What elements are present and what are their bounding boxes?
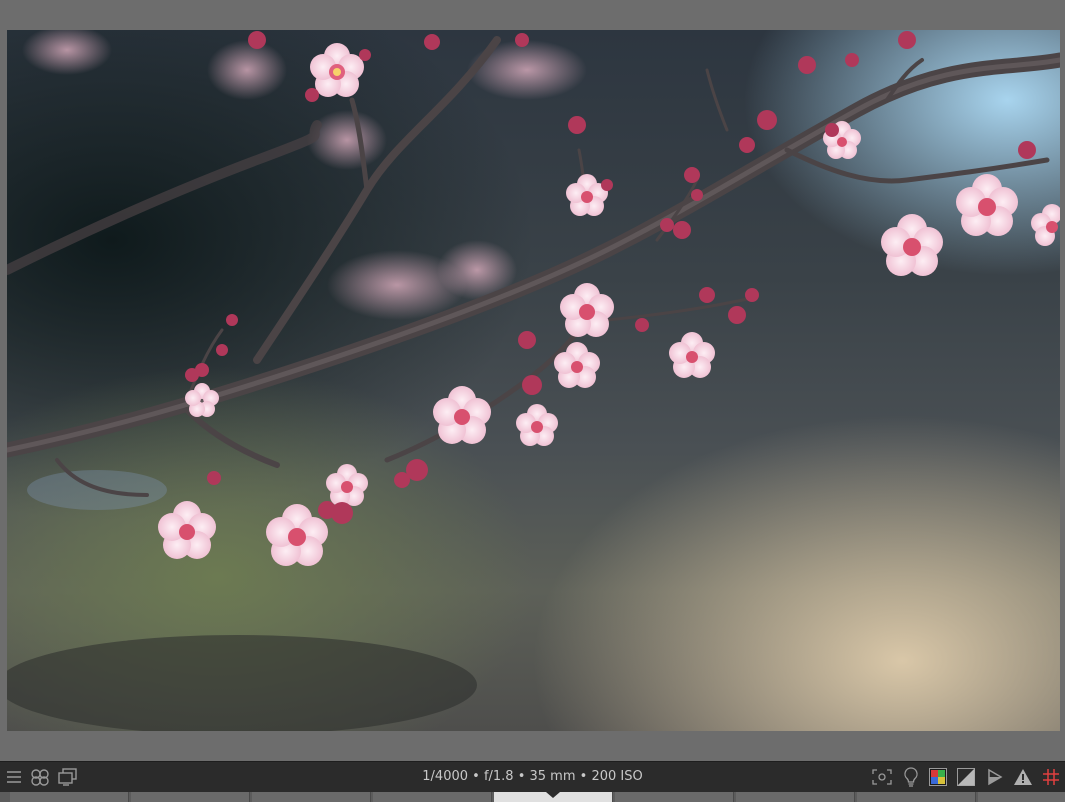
grid-icon[interactable] (1041, 767, 1061, 787)
warning-icon[interactable] (1013, 767, 1033, 787)
filmstrip (0, 792, 1065, 802)
contrast-icon[interactable] (956, 767, 976, 787)
filmstrip-slot[interactable] (736, 792, 855, 802)
filmstrip-slot-active[interactable] (494, 792, 613, 802)
filmstrip-slot[interactable] (10, 792, 129, 802)
display-icon[interactable] (58, 767, 78, 787)
filmstrip-slot[interactable] (252, 792, 371, 802)
filmstrip-slot[interactable] (615, 792, 734, 802)
color-groups-icon[interactable] (30, 767, 50, 787)
photo-image (7, 30, 1060, 731)
play-icon[interactable] (985, 767, 1005, 787)
filmstrip-slot[interactable] (373, 792, 492, 802)
filmstrip-slot[interactable] (857, 792, 976, 802)
filmstrip-slot[interactable] (131, 792, 250, 802)
photo-canvas[interactable] (7, 30, 1060, 731)
focus-icon[interactable] (872, 767, 892, 787)
color-picker-icon[interactable] (928, 767, 948, 787)
filmstrip-slot[interactable] (978, 792, 1065, 802)
hamburger-menu-icon[interactable] (4, 767, 24, 787)
image-viewer (0, 0, 1065, 761)
bulb-icon[interactable] (901, 767, 921, 787)
status-bar: 1/4000 • f/1.8 • 35 mm • 200 ISO (0, 761, 1065, 792)
